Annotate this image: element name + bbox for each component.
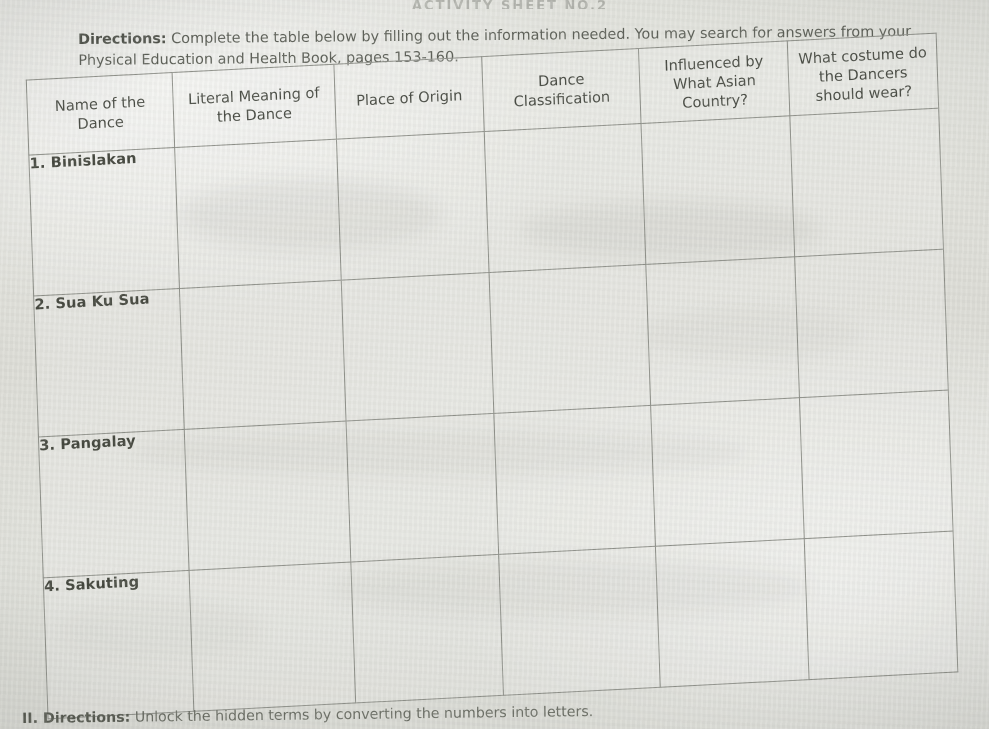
directions-label: Directions: [78, 31, 167, 49]
answer-cell-literal-meaning[interactable] [184, 421, 351, 571]
column-header-costume: What costume do the Dancers should wear? [787, 33, 939, 116]
answer-cell-dance-classification[interactable] [499, 546, 661, 696]
answer-cell-costume[interactable] [790, 108, 944, 257]
answer-cell-influencing-country[interactable] [645, 256, 800, 406]
answer-cell-place-of-origin[interactable] [341, 272, 495, 422]
answer-cell-dance-classification[interactable] [494, 405, 656, 555]
answer-cell-literal-meaning[interactable] [179, 280, 346, 430]
row-label-pangalay: 3. Pangalay [38, 429, 189, 578]
answer-cell-place-of-origin[interactable] [345, 413, 500, 563]
dance-worksheet-table: Name of the Dance Literal Meaning of the… [25, 32, 959, 720]
answer-cell-dance-classification[interactable] [489, 264, 651, 414]
answer-cell-dance-classification[interactable] [484, 123, 646, 273]
answer-cell-influencing-country[interactable] [650, 397, 805, 547]
answer-cell-costume[interactable] [799, 390, 954, 539]
answer-cell-influencing-country[interactable] [655, 538, 810, 688]
answer-cell-place-of-origin[interactable] [350, 554, 504, 703]
column-header-influencing-country: Influenced by What Asian Country? [638, 40, 791, 124]
answer-cell-literal-meaning[interactable] [174, 139, 342, 289]
column-header-place-of-origin: Place of Origin [333, 56, 485, 140]
answer-cell-literal-meaning[interactable] [188, 562, 356, 712]
answer-cell-costume[interactable] [795, 249, 949, 398]
directions-two-label: II. Directions: [22, 709, 131, 728]
cropped-page-heading: ACTIVITY SHEET NO.2 [411, 0, 609, 9]
column-header-literal-meaning: Literal Meaning of the Dance [171, 64, 337, 148]
answer-cell-costume[interactable] [804, 530, 958, 680]
column-header-dance-classification: Dance Classification [482, 48, 642, 132]
row-label-sakuting: 4. Sakuting [43, 570, 194, 719]
worksheet-table-container: Name of the Dance Literal Meaning of the… [25, 32, 959, 720]
answer-cell-influencing-country[interactable] [641, 115, 796, 265]
answer-cell-place-of-origin[interactable] [336, 131, 490, 281]
directions-two-text: Unlock the hidden terms by converting th… [130, 704, 594, 726]
row-label-binislakan: 1. Binislakan [28, 147, 180, 296]
row-label-sua-ku-sua: 2. Sua Ku Sua [33, 288, 185, 437]
column-header-name-of-dance: Name of the Dance [26, 72, 175, 156]
